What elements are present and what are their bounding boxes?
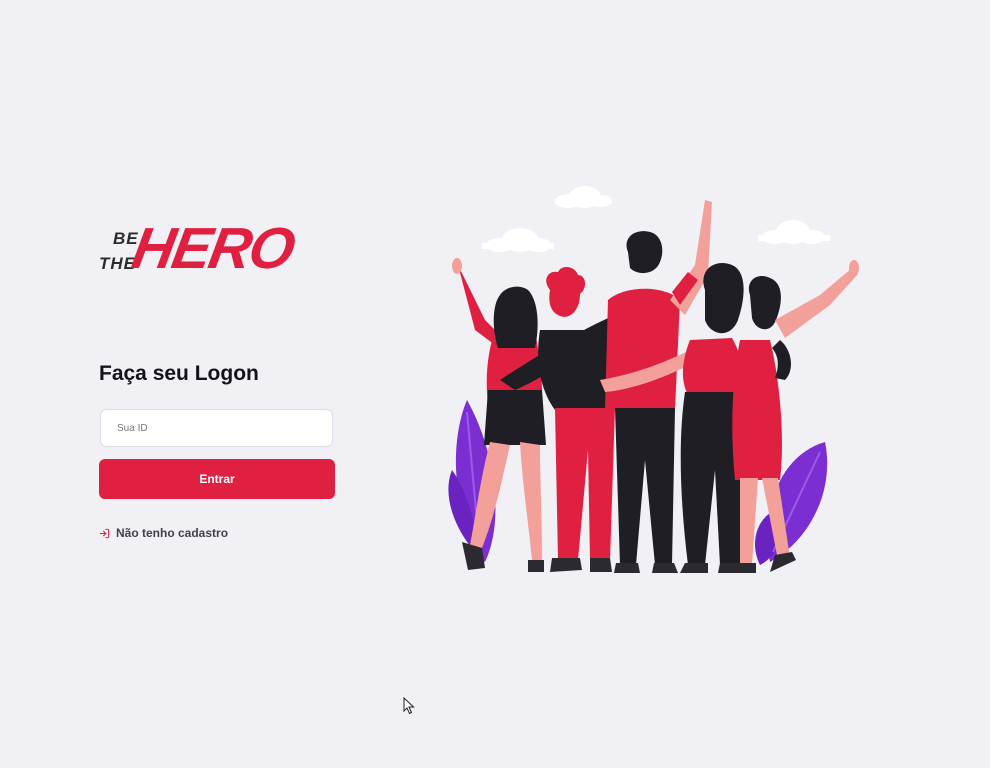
register-link-label: Não tenho cadastro bbox=[116, 526, 229, 540]
logon-page: BE THE HERO Faça seu Logon Entrar Não te… bbox=[0, 0, 990, 768]
register-link[interactable]: Não tenho cadastro bbox=[99, 526, 228, 540]
cloud-icon bbox=[482, 228, 554, 252]
page-title: Faça seu Logon bbox=[99, 362, 259, 385]
mouse-cursor-icon bbox=[403, 697, 415, 715]
cloud-icon bbox=[758, 220, 830, 244]
heroes-group-illustration bbox=[448, 186, 859, 573]
submit-button[interactable]: Entrar bbox=[99, 459, 335, 499]
cloud-icon bbox=[555, 186, 612, 208]
log-in-icon bbox=[99, 528, 110, 539]
id-input[interactable] bbox=[100, 409, 333, 447]
logo-hero-text: HERO bbox=[127, 216, 299, 281]
be-the-hero-logo: BE THE HERO bbox=[99, 214, 298, 294]
